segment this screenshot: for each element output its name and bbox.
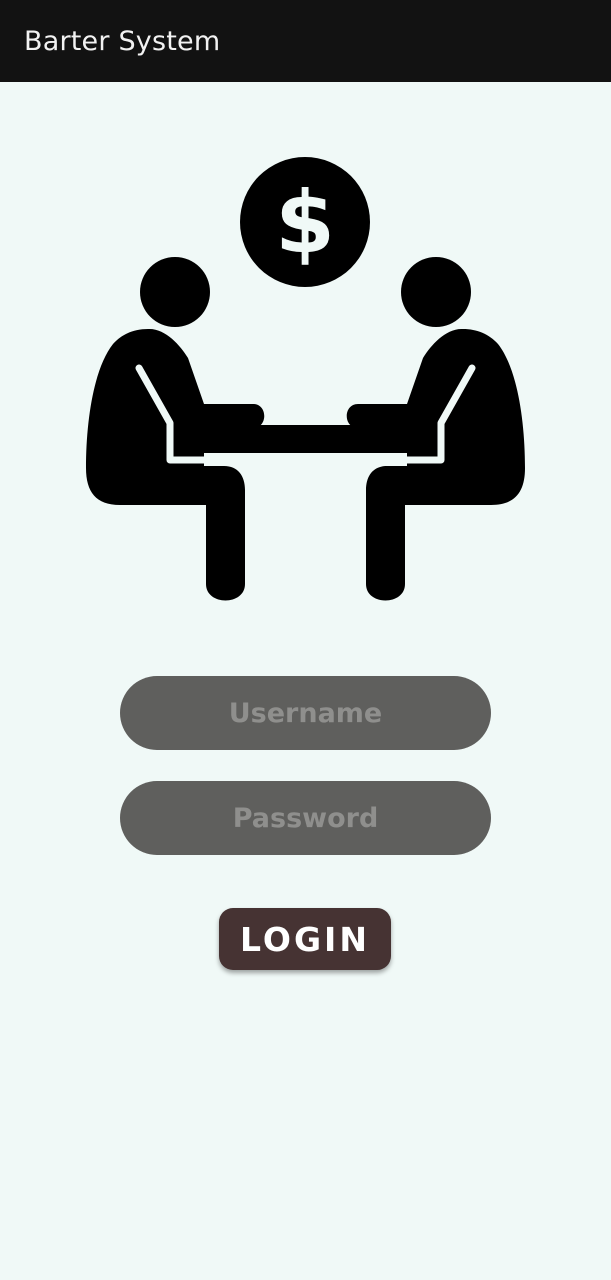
app-title: Barter System bbox=[24, 25, 221, 57]
login-button[interactable]: LOGIN bbox=[219, 908, 391, 970]
table-icon bbox=[180, 425, 431, 453]
app-bar: Barter System bbox=[0, 0, 611, 82]
dollar-coin-icon: $ bbox=[240, 157, 370, 287]
people-trading-icon: $ bbox=[86, 157, 525, 601]
dollar-symbol: $ bbox=[275, 173, 335, 273]
password-input[interactable] bbox=[120, 781, 491, 855]
username-input[interactable] bbox=[120, 676, 491, 750]
